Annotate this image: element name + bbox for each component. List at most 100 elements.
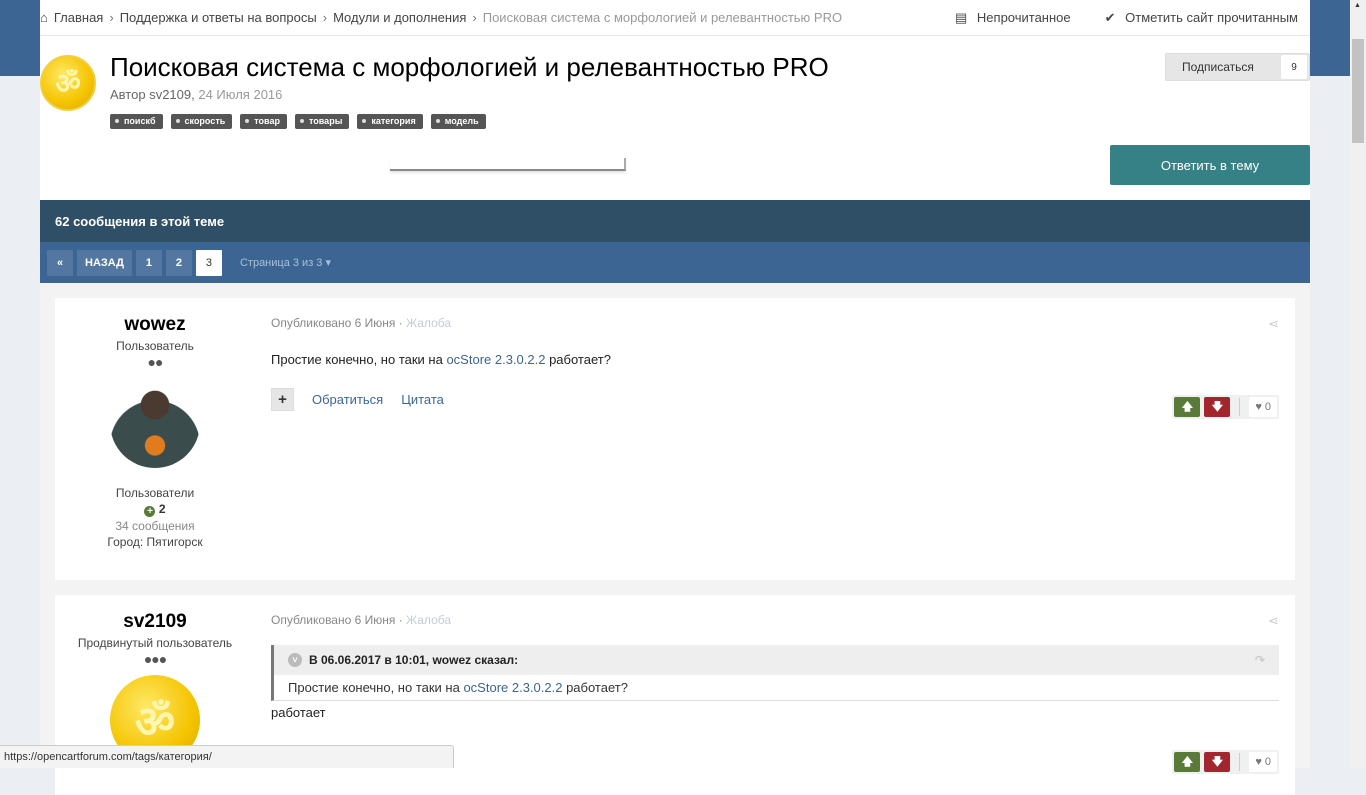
reputation-value: 2 xyxy=(158,502,166,516)
divider xyxy=(1239,753,1241,771)
reactions: 🡅 🡇 ♥ 0 xyxy=(1172,750,1279,774)
downvote-button[interactable]: 🡇 xyxy=(1204,752,1231,772)
tag[interactable]: категория xyxy=(357,114,423,129)
main-container: ⌂ Главная › Поддержка и ответы на вопросы… xyxy=(40,0,1310,795)
user-rank: Пользователь xyxy=(116,339,194,353)
share-icon[interactable]: ⋖ xyxy=(1268,316,1279,332)
check-icon: ✔ xyxy=(1104,9,1120,25)
quote-body: Простие конечно, но таки на ocStore 2.3.… xyxy=(274,675,1279,700)
divider xyxy=(1239,398,1241,416)
upvote-button[interactable]: 🡅 xyxy=(1174,397,1201,417)
newspaper-icon: ▤ xyxy=(955,9,971,25)
like-button[interactable]: ♥ 0 xyxy=(1249,752,1277,772)
reactions: 🡅 🡇 ♥ 0 xyxy=(1172,395,1279,419)
first-page-button[interactable]: « xyxy=(47,249,73,276)
post-author-panel: wowez Пользователь ●● Пользователи + 2 3… xyxy=(55,298,255,549)
downvote-button[interactable]: 🡇 xyxy=(1204,397,1231,417)
tag-list: поискб скорость товар товары категория м… xyxy=(110,114,486,129)
breadcrumb: ⌂ Главная › Поддержка и ответы на вопросы… xyxy=(40,0,1310,36)
breadcrumb-modules[interactable]: Модули и дополнения xyxy=(333,10,466,25)
post-meta: Опубликовано 6 Июня · Жалоба xyxy=(271,316,452,330)
reply-button[interactable]: Ответить в тему xyxy=(1110,145,1310,185)
page-2[interactable]: 2 xyxy=(165,249,192,276)
topic-date: 24 Июля 2016 xyxy=(198,87,283,102)
user-city: Город: Пятигорск xyxy=(55,535,255,549)
unread-label: Непрочитанное xyxy=(976,9,1071,25)
post-date[interactable]: Опубликовано 6 Июня xyxy=(271,613,395,627)
quote-button[interactable]: Цитата xyxy=(401,392,444,407)
post-list: wowez Пользователь ●● Пользователи + 2 3… xyxy=(40,283,1310,795)
breadcrumb-support[interactable]: Поддержка и ответы на вопросы xyxy=(120,10,317,25)
text: работает? xyxy=(545,352,611,367)
heart-icon: ♥ xyxy=(1255,756,1262,768)
share-quote-icon[interactable]: ↷ xyxy=(1255,653,1265,667)
post-author-panel: sv2109 Продвинутый пользователь ●●● ॐ xyxy=(55,595,255,765)
page-1[interactable]: 1 xyxy=(135,249,162,276)
quote-block: ˅ В 06.06.2017 в 10:01, wowez сказал: ↷ Пр… xyxy=(271,645,1279,701)
post-content: Опубликовано 6 Июня · Жалоба ⋖ ˅ В 06.06.… xyxy=(271,613,1279,720)
side-background xyxy=(0,0,40,76)
text-link[interactable]: ocStore 2.3.0.2.2 xyxy=(446,352,545,367)
topic-author-avatar[interactable]: ॐ xyxy=(40,55,96,111)
like-button[interactable]: ♥ 0 xyxy=(1249,397,1277,417)
report-link[interactable]: Жалоба xyxy=(406,613,451,627)
thread-count-bar: 62 сообщения в этой теме xyxy=(40,200,1310,242)
username[interactable]: wowez xyxy=(55,314,255,336)
caret-down-icon: ▾ xyxy=(325,257,332,269)
user-group: Пользователи xyxy=(115,486,195,500)
scrollbar[interactable]: ▲ xyxy=(1350,0,1366,768)
subscriber-count: 9 xyxy=(1281,55,1307,79)
post-count: 34 сообщения xyxy=(115,519,195,533)
text: Простие конечно, но таки на xyxy=(271,352,447,367)
tag[interactable]: товары xyxy=(294,114,350,129)
quote-citation: В 06.06.2017 в 10:01, wowez сказал: xyxy=(309,653,519,667)
post-content: Опубликовано 6 Июня · Жалоба ⋖ Простие к… xyxy=(271,316,1279,411)
text-link[interactable]: ocStore 2.3.0.2.2 xyxy=(463,680,562,695)
scrollbar-thumb[interactable] xyxy=(1352,39,1364,143)
post: wowez Пользователь ●● Пользователи + 2 3… xyxy=(55,298,1295,580)
post-actions: + Обратиться Цитата xyxy=(271,388,1279,411)
post-date[interactable]: Опубликовано 6 Июня xyxy=(271,316,395,330)
breadcrumb-current: Поисковая система с морфологией и релева… xyxy=(482,10,843,25)
user-rank: Продвинутый пользователь xyxy=(77,636,233,650)
heart-icon: ♥ xyxy=(1255,401,1262,413)
topic-author-line: Автор sv2109, 24 Июля 2016 xyxy=(110,87,283,102)
unread-link[interactable]: ▤ Непрочитанное xyxy=(955,10,1077,26)
report-link[interactable]: Жалоба xyxy=(406,316,451,330)
text: работает? xyxy=(562,680,628,695)
username[interactable]: sv2109 xyxy=(55,611,255,633)
page-jump-dropdown[interactable]: Страница 3 из 3 ▾ xyxy=(240,256,331,269)
like-count: 0 xyxy=(1264,401,1271,413)
page-title: Поисковая система с морфологией и релева… xyxy=(110,52,829,82)
reputation: + 2 xyxy=(55,502,255,517)
page-3[interactable]: 3 xyxy=(195,249,222,276)
breadcrumb-home[interactable]: Главная xyxy=(54,10,103,25)
rank-pips: ●●● xyxy=(143,651,167,667)
mention-button[interactable]: Обратиться xyxy=(312,392,383,407)
status-bar-url: https://opencartforum.com/tags/категория… xyxy=(0,745,454,768)
multiquote-button[interactable]: + xyxy=(271,388,294,411)
chevron-down-icon[interactable]: ˅ xyxy=(288,653,302,667)
city-value: Пятигорск xyxy=(146,535,203,549)
rank-pips: ●● xyxy=(147,354,164,370)
share-icon[interactable]: ⋖ xyxy=(1268,613,1279,629)
subscribe-label: Подписаться xyxy=(1182,60,1254,74)
back-button[interactable]: НАЗАД xyxy=(77,249,132,276)
tag[interactable]: скорость xyxy=(170,114,233,129)
mark-read-label: Отметить сайт прочитанным xyxy=(1125,9,1298,25)
divider xyxy=(390,158,626,171)
tag[interactable]: товар xyxy=(240,114,287,129)
scroll-up-arrow-icon[interactable]: ▲ xyxy=(1354,2,1361,9)
tag[interactable]: поискб xyxy=(110,114,163,129)
subscribe-button[interactable]: Подписаться 9 xyxy=(1165,53,1310,81)
author-prefix: Автор xyxy=(110,87,146,102)
plus-circle-icon: + xyxy=(144,506,156,517)
avatar[interactable] xyxy=(110,378,200,468)
post-meta: Опубликовано 6 Июня · Жалоба xyxy=(271,613,452,627)
tag[interactable]: модель xyxy=(430,114,486,129)
author-link[interactable]: sv2109 xyxy=(149,87,191,102)
upvote-button[interactable]: 🡅 xyxy=(1174,752,1201,772)
mark-read-link[interactable]: ✔ Отметить сайт прочитанным xyxy=(1105,10,1304,26)
quote-header: ˅ В 06.06.2017 в 10:01, wowez сказал: ↷ xyxy=(274,645,1279,675)
post-text: работает xyxy=(271,705,326,720)
